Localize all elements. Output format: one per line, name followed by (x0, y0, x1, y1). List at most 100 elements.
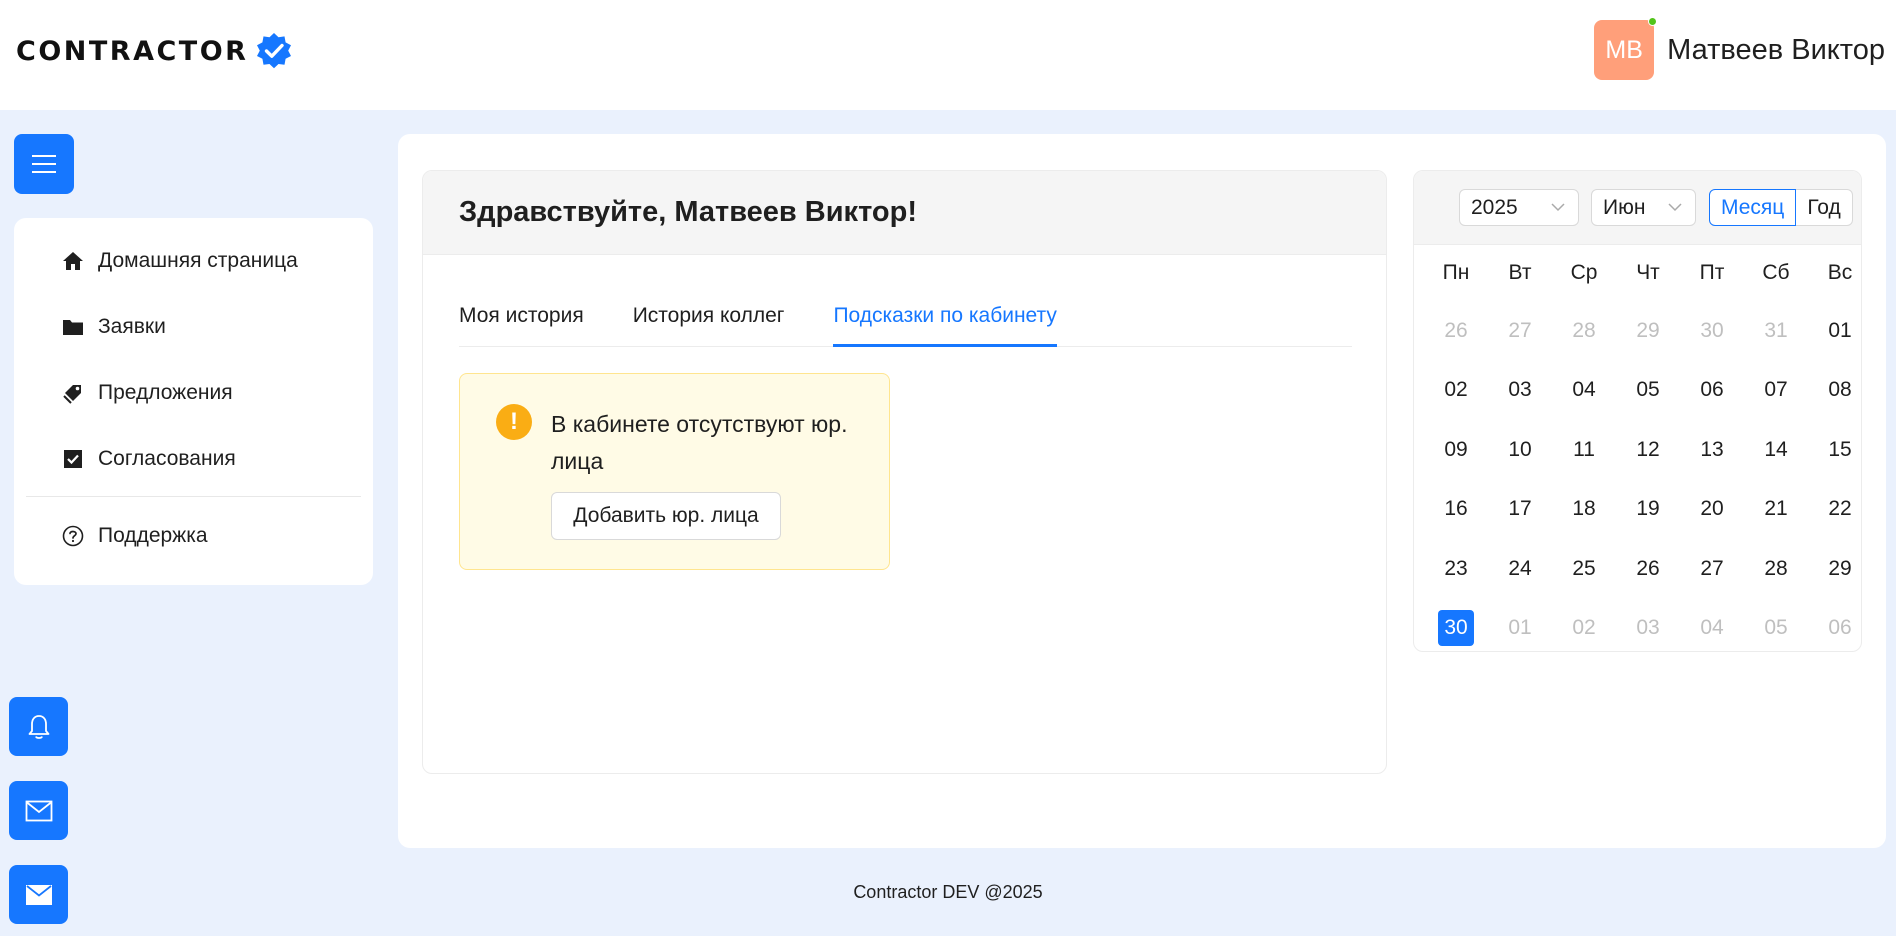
calendar-day[interactable]: 03 (1616, 599, 1680, 652)
calendar-day-number: 30 (1700, 318, 1724, 342)
calendar-week-row: 16 17 18 19 20 21 22 (1424, 480, 1861, 540)
calendar-day[interactable]: 28 (1744, 539, 1808, 599)
greeting-title: Здравствуйте, Матвеев Виктор! (459, 196, 917, 228)
calendar-day[interactable]: 24 (1488, 539, 1552, 599)
notifications-button[interactable] (9, 697, 68, 756)
folder-icon (60, 314, 86, 340)
tab-cabinet-tips[interactable]: Подсказки по кабинету (833, 304, 1058, 347)
app-header: CONTRACTOR МВ Матвеев Виктор (0, 0, 1896, 110)
sidebar-item-label: Заявки (98, 315, 166, 338)
calendar-day[interactable]: 29 (1616, 301, 1680, 361)
calendar-day[interactable]: 26 (1616, 539, 1680, 599)
calendar-day-number: 01 (1508, 616, 1532, 640)
logo-text: CONTRACTOR (16, 35, 249, 67)
calendar-day-number: 19 (1636, 497, 1660, 521)
add-legal-entity-button[interactable]: Добавить юр. лица (551, 492, 781, 540)
calendar-day[interactable]: 15 (1808, 420, 1861, 480)
sidebar-item-support[interactable]: Поддержка (14, 503, 373, 569)
sidebar-item-home[interactable]: Домашняя страница (14, 228, 373, 294)
calendar-day-number: 30 (1438, 610, 1474, 647)
year-select-value: 2025 (1471, 195, 1518, 219)
calendar-day[interactable]: 03 (1488, 361, 1552, 421)
footer-text: Contractor DEV @2025 (853, 882, 1043, 902)
calendar-day[interactable]: 20 (1680, 480, 1744, 540)
chevron-down-icon (1668, 203, 1682, 212)
tab-my-history[interactable]: Моя история (459, 304, 584, 346)
online-status-dot (1648, 17, 1658, 26)
calendar-day-number: 16 (1444, 497, 1468, 521)
mode-month-button[interactable]: Месяц (1709, 189, 1797, 226)
calendar-day-number: 08 (1828, 378, 1852, 402)
calendar-day-number: 31 (1764, 318, 1788, 342)
calendar-day[interactable]: 28 (1552, 301, 1616, 361)
calendar-day[interactable]: 23 (1424, 539, 1488, 599)
sidebar-item-label: Согласования (98, 447, 236, 470)
calendar-day[interactable]: 01 (1808, 301, 1861, 361)
weekday-label: Пн (1442, 261, 1470, 284)
calendar-day[interactable]: 02 (1552, 599, 1616, 652)
weekday-label: Ср (1570, 261, 1598, 284)
calendar-day[interactable]: 04 (1680, 599, 1744, 652)
calendar-day[interactable]: 11 (1552, 420, 1616, 480)
calendar-day[interactable]: 04 (1552, 361, 1616, 421)
calendar-day[interactable]: 17 (1488, 480, 1552, 540)
calendar-day[interactable]: 31 (1744, 301, 1808, 361)
main-panel: Здравствуйте, Матвеев Виктор! Моя истори… (398, 134, 1886, 848)
weekday-row: Пн Вт Ср Чт Пт Сб Вс (1424, 245, 1861, 301)
calendar-day[interactable]: 25 (1552, 539, 1616, 599)
verified-badge-icon (257, 33, 292, 69)
calendar-day[interactable]: 01 (1488, 599, 1552, 652)
calendar-day[interactable]: 27 (1680, 539, 1744, 599)
calendar-day[interactable]: 14 (1744, 420, 1808, 480)
calendar-day[interactable]: 27 (1488, 301, 1552, 361)
calendar-day[interactable]: 21 (1744, 480, 1808, 540)
sidebar-item-requests[interactable]: Заявки (14, 294, 373, 360)
calendar-day[interactable]: 22 (1808, 480, 1861, 540)
calendar-day[interactable]: 26 (1424, 301, 1488, 361)
mode-year-button[interactable]: Год (1796, 189, 1853, 226)
calendar-day-number: 04 (1700, 616, 1724, 640)
calendar-day[interactable]: 08 (1808, 361, 1861, 421)
calendar-day-number: 18 (1572, 497, 1596, 521)
sidebar-item-approvals[interactable]: Согласования (14, 426, 373, 492)
calendar-day[interactable]: 06 (1808, 599, 1861, 652)
calendar-day[interactable]: 02 (1424, 361, 1488, 421)
calendar-day[interactable]: 05 (1744, 599, 1808, 652)
calendar-day[interactable]: 06 (1680, 361, 1744, 421)
calendar-day-number: 14 (1764, 437, 1788, 461)
warning-alert: ! В кабинете отсутствуют юр. лица Добави… (459, 373, 890, 570)
calendar-day[interactable]: 05 (1616, 361, 1680, 421)
messages-button[interactable] (9, 781, 68, 840)
user-name: Матвеев Виктор (1667, 33, 1885, 66)
year-select[interactable]: 2025 (1459, 189, 1579, 226)
calendar-day[interactable]: 12 (1616, 420, 1680, 480)
greeting-card: Здравствуйте, Матвеев Виктор! Моя истори… (422, 170, 1387, 774)
sidebar-item-label: Поддержка (98, 524, 208, 547)
calendar-day[interactable]: 13 (1680, 420, 1744, 480)
calendar-day[interactable]: 30 (1680, 301, 1744, 361)
user-profile[interactable]: МВ Матвеев Виктор (1594, 17, 1885, 80)
calendar-day-number: 01 (1828, 318, 1852, 342)
tags-icon (60, 380, 86, 406)
avatar[interactable]: МВ (1594, 17, 1658, 80)
calendar-day-number: 27 (1700, 556, 1724, 580)
calendar-day-today[interactable]: 30 (1424, 599, 1488, 652)
calendar-day[interactable]: 09 (1424, 420, 1488, 480)
sidebar-item-offers[interactable]: Предложения (14, 360, 373, 426)
calendar-day-number: 11 (1573, 437, 1595, 461)
calendar-day[interactable]: 29 (1808, 539, 1861, 599)
calendar-day-number: 28 (1572, 318, 1596, 342)
calendar-day[interactable]: 10 (1488, 420, 1552, 480)
calendar-day[interactable]: 18 (1552, 480, 1616, 540)
calendar-day-number: 06 (1828, 616, 1852, 640)
calendar-day-number: 24 (1508, 556, 1532, 580)
weekday-label: Вт (1508, 261, 1532, 284)
tab-colleagues-history[interactable]: История коллег (633, 304, 785, 346)
calendar-day-number: 13 (1700, 437, 1724, 461)
month-select[interactable]: Июн (1591, 189, 1696, 226)
logo[interactable]: CONTRACTOR (16, 30, 294, 72)
calendar-day[interactable]: 19 (1616, 480, 1680, 540)
calendar-day[interactable]: 16 (1424, 480, 1488, 540)
menu-toggle-button[interactable] (14, 134, 74, 194)
calendar-day[interactable]: 07 (1744, 361, 1808, 421)
